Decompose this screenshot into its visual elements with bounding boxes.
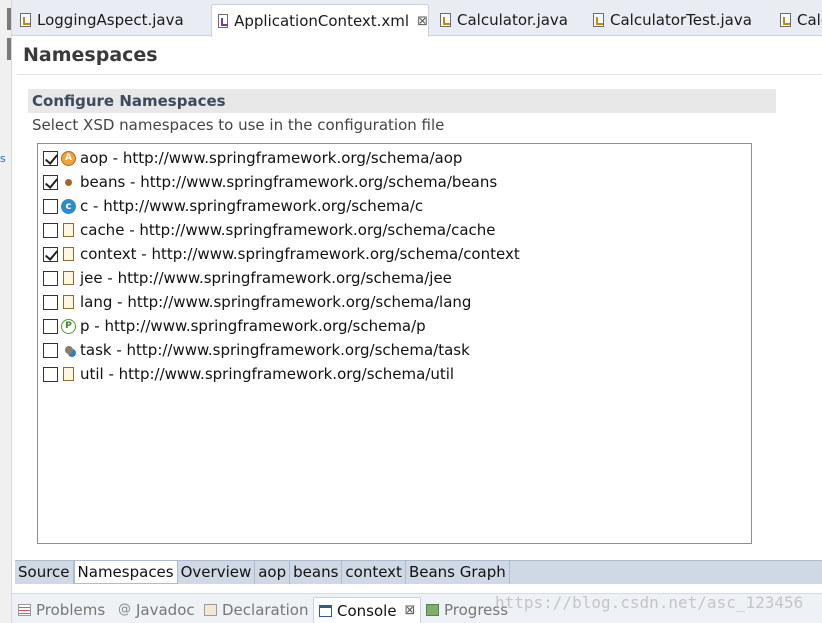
namespace-item-p[interactable]: P p - http://www.springframework.org/sch… <box>38 314 751 338</box>
tab-source[interactable]: Source <box>15 561 74 584</box>
xml-file-icon <box>218 14 229 28</box>
namespace-checkbox[interactable] <box>43 366 58 382</box>
lang-icon <box>61 295 76 310</box>
jee-icon <box>61 271 76 286</box>
section-title: Configure Namespaces <box>28 89 776 113</box>
c-icon: c <box>61 198 76 214</box>
editor-tab-bar: LoggingAspect.java ApplicationContext.xm… <box>12 0 822 37</box>
tab-console[interactable]: Console ⊠ <box>313 597 422 623</box>
java-file-icon <box>593 13 604 27</box>
declaration-icon <box>204 604 217 616</box>
namespace-label: context - http://www.springframework.org… <box>80 245 520 263</box>
namespace-checkbox[interactable] <box>43 342 58 358</box>
tab-overview[interactable]: Overview <box>178 561 256 584</box>
java-file-icon <box>440 13 451 27</box>
page-title: Namespaces <box>23 44 158 66</box>
tab-application-context[interactable]: ApplicationContext.xml ⊠ <box>211 4 429 37</box>
namespace-label: util - http://www.springframework.org/sc… <box>80 365 455 383</box>
p-icon: P <box>61 318 76 334</box>
tab-calculator-test[interactable]: CalculatorTest.java <box>587 4 752 36</box>
tab-javadoc[interactable]: @ Javadoc <box>118 597 195 623</box>
util-icon <box>61 367 76 382</box>
tab-logging-aspect[interactable]: LoggingAspect.java <box>14 4 184 36</box>
editor-page-tabs: Source Namespaces Overview aop beans con… <box>15 560 822 584</box>
tab-beans-graph[interactable]: Beans Graph <box>406 561 510 584</box>
tab-label: Declaration <box>222 601 309 619</box>
tab-label: Javadoc <box>136 601 195 619</box>
tab-label: Calculator.java <box>457 11 568 29</box>
namespace-checkbox[interactable] <box>43 294 58 310</box>
cache-icon <box>61 223 76 238</box>
problems-icon <box>18 604 31 616</box>
section-description: Select XSD namespaces to use in the conf… <box>32 116 445 134</box>
namespace-item-context[interactable]: context - http://www.springframework.org… <box>38 242 751 266</box>
namespace-label: lang - http://www.springframework.org/sc… <box>80 293 472 311</box>
namespace-checkbox[interactable] <box>43 150 58 166</box>
namespace-item-util[interactable]: util - http://www.springframework.org/sc… <box>38 362 751 386</box>
tab-label: Console <box>337 601 397 620</box>
watermark: https://blog.csdn.net/asc_123456 <box>495 593 804 612</box>
namespace-checkbox[interactable] <box>43 198 58 214</box>
close-icon[interactable]: ⊠ <box>405 603 416 618</box>
close-icon[interactable]: ⊠ <box>417 14 428 29</box>
tab-label: ApplicationContext.xml <box>234 12 410 30</box>
divider <box>17 74 822 75</box>
tab-problems[interactable]: Problems <box>18 597 105 623</box>
namespace-checkbox[interactable] <box>43 246 58 262</box>
task-icon <box>61 343 76 358</box>
tab-label: LoggingAspect.java <box>37 11 184 29</box>
java-file-icon <box>20 13 31 27</box>
console-icon <box>319 604 332 617</box>
namespace-item-c[interactable]: c c - http://www.springframework.org/sch… <box>38 194 751 218</box>
namespace-checkbox[interactable] <box>43 270 58 286</box>
namespace-label: jee - http://www.springframework.org/sch… <box>80 269 452 287</box>
namespace-item-beans[interactable]: beans - http://www.springframework.org/s… <box>38 170 751 194</box>
namespace-item-aop[interactable]: A aop - http://www.springframework.org/s… <box>38 146 751 170</box>
namespace-label: c - http://www.springframework.org/schem… <box>80 197 424 215</box>
gutter-mark: s <box>0 152 6 165</box>
tab-declaration[interactable]: Declaration <box>204 597 308 623</box>
namespace-item-jee[interactable]: jee - http://www.springframework.org/sch… <box>38 266 751 290</box>
beans-icon <box>61 175 76 190</box>
namespace-list[interactable]: A aop - http://www.springframework.org/s… <box>37 143 752 544</box>
namespace-label: aop - http://www.springframework.org/sch… <box>80 149 463 167</box>
left-gutter: s <box>0 0 12 623</box>
namespace-label: beans - http://www.springframework.org/s… <box>80 173 498 191</box>
namespace-checkbox[interactable] <box>43 222 58 238</box>
aop-icon: A <box>61 150 76 166</box>
gutter-marker <box>7 8 11 30</box>
namespace-item-cache[interactable]: cache - http://www.springframework.org/s… <box>38 218 751 242</box>
namespace-checkbox[interactable] <box>43 318 58 334</box>
context-icon <box>61 247 76 262</box>
tab-calculator[interactable]: Calculator.java <box>434 4 568 36</box>
namespace-item-lang[interactable]: lang - http://www.springframework.org/sc… <box>38 290 751 314</box>
namespace-label: p - http://www.springframework.org/schem… <box>80 317 426 335</box>
tab-label: Problems <box>36 601 106 619</box>
tab-calc-overflow[interactable]: Calc <box>774 4 822 36</box>
tab-context[interactable]: context <box>342 561 406 584</box>
namespace-label: cache - http://www.springframework.org/s… <box>80 221 496 239</box>
gutter-marker <box>7 38 11 60</box>
progress-icon <box>426 604 439 616</box>
namespace-item-task[interactable]: task - http://www.springframework.org/sc… <box>38 338 751 362</box>
java-file-icon <box>780 13 791 27</box>
namespace-label: task - http://www.springframework.org/sc… <box>80 341 470 359</box>
tab-beans[interactable]: beans <box>290 561 343 584</box>
tab-namespaces[interactable]: Namespaces <box>73 561 178 584</box>
javadoc-icon: @ <box>118 602 131 617</box>
tab-aop[interactable]: aop <box>255 561 291 584</box>
tab-label: CalculatorTest.java <box>610 11 752 29</box>
namespace-checkbox[interactable] <box>43 174 58 190</box>
tab-label: Calc <box>797 11 822 29</box>
